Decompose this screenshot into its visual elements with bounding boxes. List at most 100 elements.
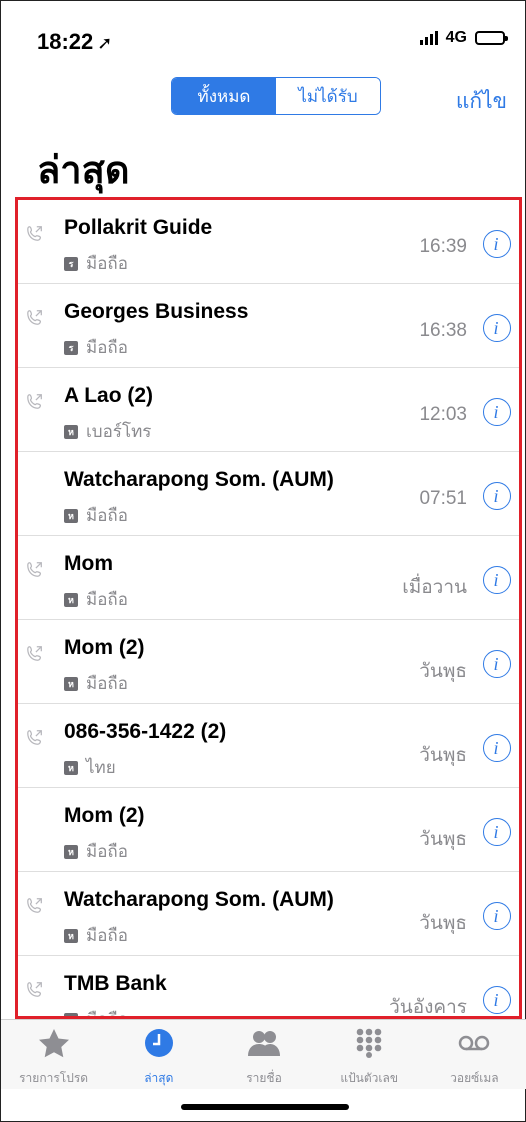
- tab-label: รายชื่อ: [246, 1071, 282, 1085]
- tab-label: แป้นตัวเลข: [340, 1071, 399, 1085]
- call-type-label: เบอร์โทร: [86, 422, 152, 441]
- call-row[interactable]: Mom ห มือถือ เมื่อวาน i: [18, 536, 519, 620]
- call-type: ห มือถือ: [64, 670, 128, 697]
- info-icon[interactable]: i: [483, 230, 511, 258]
- outgoing-call-icon: [27, 226, 42, 241]
- call-time: 16:38: [419, 320, 467, 341]
- tab-label: วอยซ์เมล: [450, 1071, 499, 1085]
- sim-badge: ห: [64, 928, 78, 943]
- location-arrow-icon: ➚: [97, 33, 113, 53]
- segment-missed[interactable]: ไม่ได้รับ: [276, 78, 380, 114]
- contact-name: TMB Bank: [64, 972, 167, 995]
- info-icon[interactable]: i: [483, 818, 511, 846]
- call-row[interactable]: Watcharapong Som. (AUM) ห มือถือ วันพุธ …: [18, 872, 519, 956]
- edit-button[interactable]: แก้ไข: [456, 85, 507, 118]
- call-type-label: มือถือ: [86, 506, 128, 525]
- contact-name: Mom: [64, 552, 113, 575]
- info-icon[interactable]: i: [483, 482, 511, 510]
- call-type: ร มือถือ: [64, 334, 128, 361]
- sim-badge: ห: [64, 760, 78, 775]
- call-time: 07:51: [419, 488, 467, 509]
- call-type: ห ไทย: [64, 754, 116, 781]
- info-icon[interactable]: i: [483, 734, 511, 762]
- tab-star[interactable]: รายการโปรด: [1, 1020, 106, 1089]
- outgoing-call-icon: [27, 646, 42, 661]
- call-row[interactable]: A Lao (2) ห เบอร์โทร 12:03 i: [18, 368, 519, 452]
- tab-keypad[interactable]: แป้นตัวเลข: [317, 1020, 422, 1089]
- call-time: วันพุธ: [419, 661, 467, 682]
- sim-badge: ร: [64, 340, 78, 355]
- outgoing-call-icon: [27, 394, 42, 409]
- signal-icon: [419, 31, 438, 45]
- outgoing-call-icon: [27, 730, 42, 745]
- call-type-label: มือถือ: [86, 254, 128, 273]
- sim-badge: ห: [64, 508, 78, 523]
- page-title: ล่าสุด: [37, 150, 130, 192]
- call-type: ห มือถือ: [64, 838, 128, 865]
- tab-label: ล่าสุด: [144, 1071, 174, 1085]
- call-type-label: มือถือ: [86, 926, 128, 945]
- info-icon[interactable]: i: [483, 986, 511, 1014]
- contact-name: Pollakrit Guide: [64, 216, 213, 239]
- call-row[interactable]: Pollakrit Guide ร มือถือ 16:39 i: [18, 200, 519, 284]
- phone-screen: 18:22 ➚ 4G ทั้งหมด ไม่ได้รับ แก้ไข ล่าสุด…: [0, 0, 526, 1122]
- contact-name: Mom (2): [64, 636, 145, 659]
- call-time: วันพุธ: [419, 829, 467, 850]
- status-time: 18:22 ➚: [37, 29, 113, 54]
- contact-name: Georges Business: [64, 300, 249, 323]
- info-icon[interactable]: i: [483, 650, 511, 678]
- call-row[interactable]: Watcharapong Som. (AUM) ห มือถือ 07:51 i: [18, 452, 519, 536]
- star-icon: [37, 1028, 71, 1063]
- call-row[interactable]: Georges Business ร มือถือ 16:38 i: [18, 284, 519, 368]
- sim-badge: ห: [64, 676, 78, 691]
- home-indicator[interactable]: [181, 1104, 349, 1110]
- tab-voicemail[interactable]: วอยซ์เมล: [422, 1020, 526, 1089]
- call-type-label: มือถือ: [86, 674, 128, 693]
- call-type-label: ไทย: [86, 758, 116, 777]
- filter-segmented-control[interactable]: ทั้งหมด ไม่ได้รับ: [171, 77, 381, 115]
- call-time: วันอังคาร: [389, 997, 467, 1018]
- recent-calls-list[interactable]: Pollakrit Guide ร มือถือ 16:39 i Georges …: [15, 197, 522, 1019]
- outgoing-call-icon: [27, 982, 42, 997]
- contact-name: 086-356-1422 (2): [64, 720, 227, 743]
- call-type-label: มือถือ: [86, 842, 128, 861]
- sim-badge: ห: [64, 424, 78, 439]
- clock-icon: [142, 1028, 176, 1063]
- call-type-label: มือถือ: [86, 1006, 128, 1016]
- status-bar: 18:22 ➚ 4G: [1, 1, 526, 81]
- network-type: 4G: [445, 29, 467, 46]
- tab-clock[interactable]: ล่าสุด: [106, 1020, 211, 1089]
- call-row[interactable]: Mom (2) ห มือถือ วันพุธ i: [18, 620, 519, 704]
- tab-contacts[interactable]: รายชื่อ: [211, 1020, 316, 1089]
- tab-label: รายการโปรด: [19, 1071, 89, 1085]
- call-type: ห เบอร์โทร: [64, 418, 151, 445]
- info-icon[interactable]: i: [483, 902, 511, 930]
- contacts-icon: [247, 1028, 281, 1063]
- sim-badge: ห: [64, 844, 78, 859]
- call-time: เมื่อวาน: [402, 577, 467, 598]
- call-type-label: มือถือ: [86, 338, 128, 357]
- tab-bar: รายการโปรด ล่าสุด รายชื่อ แป้นตัวเลข วอย…: [1, 1019, 526, 1089]
- call-time: 12:03: [419, 404, 467, 425]
- call-row[interactable]: Mom (2) ห มือถือ วันพุธ i: [18, 788, 519, 872]
- call-row[interactable]: 086-356-1422 (2) ห ไทย วันพุธ i: [18, 704, 519, 788]
- info-icon[interactable]: i: [483, 314, 511, 342]
- status-indicators: 4G: [419, 29, 508, 47]
- call-type: ห มือถือ: [64, 1006, 128, 1016]
- voicemail-icon: [457, 1028, 491, 1063]
- call-type: ห มือถือ: [64, 586, 128, 613]
- call-time: วันพุธ: [419, 913, 467, 934]
- call-type: ห มือถือ: [64, 922, 128, 949]
- call-row[interactable]: TMB Bank ห มือถือ วันอังคาร i: [18, 956, 519, 1018]
- outgoing-call-icon: [27, 562, 42, 577]
- sim-badge: ห: [64, 592, 78, 607]
- call-time: วันพุธ: [419, 745, 467, 766]
- info-icon[interactable]: i: [483, 566, 511, 594]
- segment-all[interactable]: ทั้งหมด: [172, 78, 276, 114]
- contact-name: Mom (2): [64, 804, 145, 827]
- call-type: ร มือถือ: [64, 250, 128, 277]
- keypad-icon: [352, 1028, 386, 1063]
- call-type: ห มือถือ: [64, 502, 128, 529]
- contact-name: A Lao (2): [64, 384, 154, 407]
- info-icon[interactable]: i: [483, 398, 511, 426]
